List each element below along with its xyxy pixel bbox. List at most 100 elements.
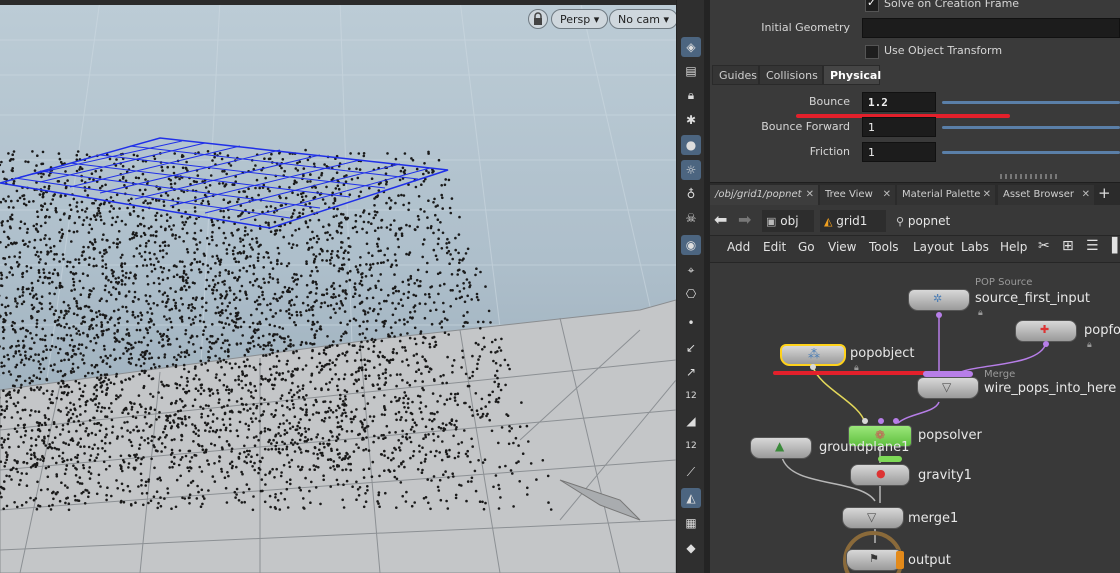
camera-menu-button[interactable]: No cam ▾ (609, 9, 676, 29)
viewport-display-toolbar: ◈ ▤ 🔒︎ ✱ ● ☼ ♁ ☠ ◉ ⌖ ⎔ • ↙ ↗ 12 ◢ 12 ⟋ ◭… (676, 0, 705, 573)
node-type-label: Merge (984, 369, 1016, 380)
menu-go[interactable]: Go (798, 240, 815, 254)
snap-icon[interactable]: ◭ (681, 488, 701, 508)
list-icon[interactable]: ☰ (1086, 238, 1099, 254)
camera-view-icon[interactable]: ◉ (681, 235, 701, 255)
display-options-icon[interactable]: ◈ (681, 37, 701, 57)
pop-force-icon: ✚ (1040, 323, 1050, 336)
initial-geometry-field[interactable] (862, 18, 1120, 38)
menu-edit[interactable]: Edit (763, 240, 786, 254)
background-image-icon[interactable]: ▦ (681, 513, 701, 533)
output-flag-icon: ⚑ (869, 552, 879, 565)
solver-output-bar[interactable] (878, 456, 902, 462)
pop-object-icon: ⁂ (808, 347, 820, 361)
input-port[interactable] (893, 418, 899, 424)
grid-display-icon[interactable]: ◆ (681, 538, 701, 558)
node-popforce[interactable]: ✚ (1015, 320, 1077, 342)
node-label: popobject (850, 346, 915, 361)
close-icon[interactable]: ✕ (1082, 185, 1090, 205)
headlight-icon[interactable]: ☼ (681, 160, 701, 180)
friction-label: Friction (809, 145, 850, 158)
menu-view[interactable]: View (828, 240, 856, 254)
friction-slider[interactable] (942, 151, 1120, 154)
network-editor[interactable]: POP Source ✲ source_first_input 🔒︎ ✚ pop… (710, 263, 1120, 573)
display-flag[interactable] (896, 551, 904, 569)
tab-guides[interactable]: Guides (712, 65, 759, 85)
wrench-icon[interactable]: ✂ (1038, 238, 1050, 254)
node-label: source_first_input (975, 291, 1091, 306)
menu-tools[interactable]: Tools (869, 240, 899, 254)
skull-icon[interactable]: ☠ (681, 208, 701, 228)
primitive-numbers-icon[interactable]: 12 (681, 436, 701, 456)
edge-display-icon[interactable]: ⟋ (681, 462, 701, 482)
lock-icon[interactable] (528, 9, 548, 29)
more-icon[interactable]: ▌ (1112, 238, 1120, 254)
pop-source-icon: ✲ (933, 292, 943, 305)
pane-resize-handle[interactable] (1000, 174, 1060, 179)
perspective-menu-button[interactable]: Persp ▾ (551, 9, 609, 29)
view-tool-icon[interactable]: ⌖ (681, 260, 701, 280)
node-label: groundplane1 (819, 440, 910, 455)
light-icon[interactable]: ✱ (681, 110, 701, 130)
tab-tree-view[interactable]: Tree View ✕ (820, 185, 895, 205)
tab-physical[interactable]: Physical (823, 65, 881, 85)
node-label: popsolver (918, 428, 982, 443)
tab-asset-browser[interactable]: Asset Browser ✕ (998, 185, 1094, 205)
add-tab-icon[interactable]: + (1098, 184, 1111, 202)
tab-material-palette[interactable]: Material Palette ✕ (897, 185, 995, 205)
parameter-editor: ✓ Solve on Creation Frame Initial Geomet… (710, 0, 1120, 180)
camera-tool-icon[interactable]: ⎔ (681, 284, 701, 304)
point-display-icon[interactable]: • (681, 313, 701, 333)
use-object-transform-label: Use Object Transform (884, 44, 1003, 57)
primitive-icon[interactable]: ◢ (681, 411, 701, 431)
close-icon[interactable]: ✕ (883, 185, 891, 205)
node-source-first-input[interactable]: ✲ (908, 289, 970, 311)
friction-field[interactable]: 1 (862, 142, 936, 162)
ghost-icon[interactable]: ▤ (681, 61, 701, 81)
tree-icon[interactable]: ⊞ (1062, 238, 1074, 254)
popnet-icon: ⚲ (896, 215, 905, 228)
input-port[interactable] (878, 418, 884, 424)
back-arrow-icon[interactable]: ⬅ (714, 210, 727, 229)
node-merge-wire-pops[interactable]: ▽ (917, 377, 979, 399)
output-port[interactable] (936, 312, 942, 318)
close-icon[interactable]: ✕ (983, 185, 991, 205)
node-output[interactable]: ⚑ (846, 549, 902, 571)
node-popobject[interactable]: ⁂ (780, 344, 846, 366)
menu-add[interactable]: Add (727, 240, 750, 254)
point-numbers-icon[interactable]: 12 (681, 386, 701, 406)
output-port[interactable] (1043, 341, 1049, 347)
menu-layout[interactable]: Layout (913, 240, 954, 254)
forward-arrow-icon[interactable]: ➡ (738, 210, 751, 229)
menu-help[interactable]: Help (1000, 240, 1027, 254)
node-gravity1[interactable]: ● (850, 464, 910, 486)
scene-viewport[interactable]: Persp ▾ No cam ▾ (0, 0, 676, 573)
breadcrumb-obj[interactable]: ▣ obj (762, 210, 814, 232)
breadcrumb-popnet[interactable]: ⚲ popnet (892, 210, 972, 232)
breadcrumb-grid1[interactable]: ◭ grid1 (820, 210, 886, 232)
tab-collisions[interactable]: Collisions (759, 65, 823, 85)
bounce-field[interactable]: 1.2 (862, 92, 936, 112)
node-groundplane1[interactable]: ▲ (750, 437, 812, 459)
annotation-underline-popobject (773, 371, 933, 375)
solve-on-creation-frame-checkbox[interactable]: ✓ (865, 0, 879, 12)
tab-network-popnet[interactable]: /obj/grid1/popnet ✕ (710, 185, 818, 205)
node-merge1[interactable]: ▽ (842, 507, 904, 529)
lock-camera-icon[interactable]: 🔒︎ (681, 85, 701, 105)
vector-display-icon[interactable]: ↗ (681, 362, 701, 382)
normal-display-icon[interactable]: ↙ (681, 338, 701, 358)
input-port[interactable] (862, 418, 868, 424)
bounce-slider[interactable] (942, 101, 1120, 104)
menu-labs[interactable]: Labs (961, 240, 989, 254)
viewport-top-strip (0, 0, 676, 5)
node-label: wire_pops_into_here (984, 381, 1117, 396)
output-port[interactable] (810, 364, 816, 370)
use-object-transform-checkbox[interactable] (865, 45, 879, 59)
bounce-forward-field[interactable]: 1 (862, 117, 936, 137)
lock-icon: 🔒︎ (1087, 340, 1092, 350)
bounce-forward-label: Bounce Forward (761, 120, 850, 133)
close-icon[interactable]: ✕ (806, 185, 814, 205)
bulb-icon[interactable]: ♁ (681, 184, 701, 204)
bounce-forward-slider[interactable] (942, 126, 1120, 129)
shading-icon[interactable]: ● (681, 135, 701, 155)
